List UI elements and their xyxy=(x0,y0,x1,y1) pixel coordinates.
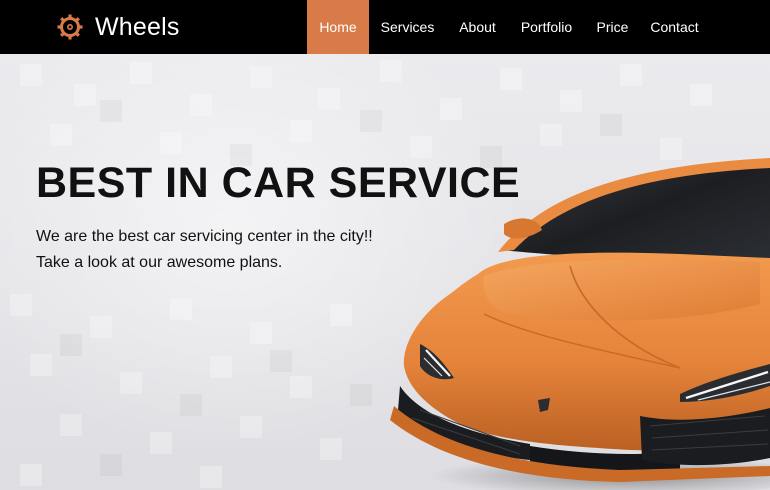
page: Wheels Home Services About Portfolio Pri… xyxy=(0,0,770,490)
brand-logo-link[interactable]: Wheels xyxy=(55,12,180,42)
hero-text-line-2: Take a look at our awesome plans. xyxy=(36,254,283,271)
site-header: Wheels Home Services About Portfolio Pri… xyxy=(0,0,770,54)
brand-name: Wheels xyxy=(95,12,180,41)
sports-car-image xyxy=(390,158,770,490)
hero-banner: BEST IN CAR SERVICE We are the best car … xyxy=(0,54,770,490)
nav-home[interactable]: Home xyxy=(307,0,369,54)
nav-portfolio[interactable]: Portfolio xyxy=(509,0,584,54)
nav-about[interactable]: About xyxy=(446,0,509,54)
nav-contact[interactable]: Contact xyxy=(641,0,708,54)
gear-icon xyxy=(55,12,85,42)
hero-text-line-1: We are the best car servicing center in … xyxy=(36,228,373,245)
nav-price[interactable]: Price xyxy=(584,0,641,54)
main-nav: Home Services About Portfolio Price Cont… xyxy=(307,0,708,54)
nav-services[interactable]: Services xyxy=(369,0,446,54)
